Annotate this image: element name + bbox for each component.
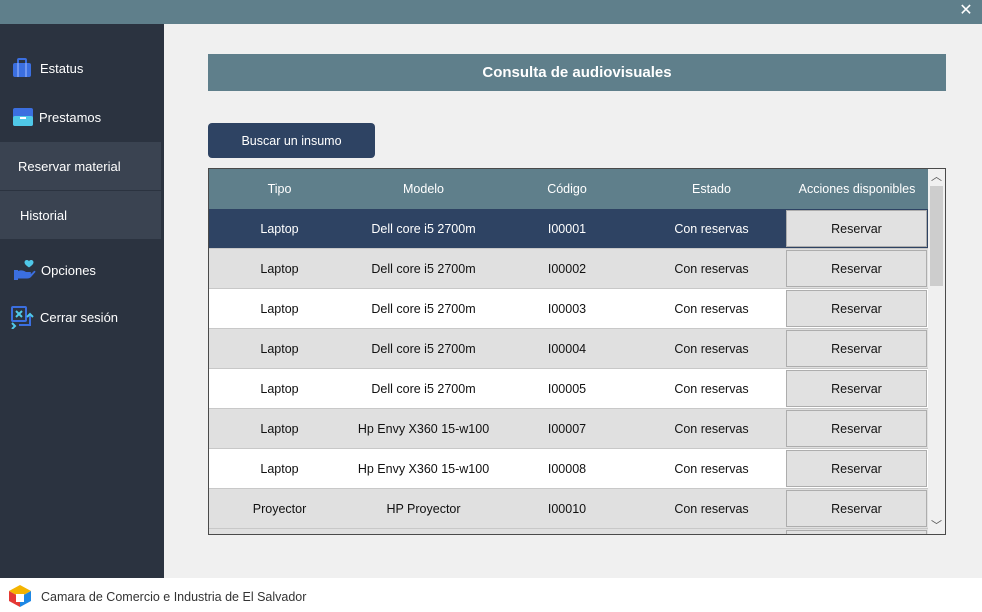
sidebar-item-label: Reservar material [18, 158, 121, 174]
sidebar-item-cerrar-sesion[interactable]: Cerrar sesión [0, 297, 164, 337]
cell-modelo: Dell core i5 2700m [371, 302, 476, 316]
footer: Camara de Comercio e Industria de El Sal… [0, 578, 982, 612]
chamber-logo-icon [8, 584, 32, 608]
sidebar: Estatus Prestamos Reservar material Hist… [0, 24, 164, 578]
cell-tipo: Laptop [260, 262, 299, 276]
table-scrollbar[interactable]: ︿ ﹀ [928, 169, 945, 534]
sidebar-item-opciones[interactable]: Opciones [0, 250, 164, 290]
cell-tipo: Laptop [260, 382, 299, 396]
search-item-button[interactable]: Buscar un insumo [208, 123, 375, 158]
close-icon[interactable]: ✕ [958, 2, 974, 20]
sidebar-item-reservar-material[interactable]: Reservar material [0, 142, 161, 190]
reservar-button[interactable]: Reservar [786, 490, 927, 527]
reservar-button[interactable]: Reservar [786, 330, 927, 367]
sidebar-item-label: Cerrar sesión [40, 309, 119, 325]
cell-codigo: I00005 [547, 382, 587, 396]
cell-tipo: Laptop [260, 342, 299, 356]
sidebar-item-historial[interactable]: Historial [0, 191, 161, 239]
cell-estado: Con reservas [674, 382, 749, 396]
cell-codigo: I00003 [547, 302, 587, 316]
cell-codigo: I00008 [547, 462, 587, 476]
sidebar-item-prestamos[interactable]: Prestamos [0, 97, 164, 137]
cell-codigo: I00010 [547, 502, 587, 516]
scroll-down-icon[interactable]: ﹀ [928, 518, 945, 534]
table-row[interactable]: Laptop Dell core i5 2700m I00002 Con res… [209, 249, 928, 289]
cell-modelo: Hp Envy X360 15-w100 [357, 462, 490, 476]
reservar-button[interactable]: Reservar [786, 250, 927, 287]
cell-codigo: I00004 [547, 342, 587, 356]
column-header-codigo: Código [547, 182, 587, 196]
logout-icon [10, 305, 34, 330]
sidebar-item-label: Estatus [40, 60, 84, 76]
sidebar-item-label: Prestamos [39, 109, 102, 125]
table-row-partial [209, 529, 928, 534]
table-row[interactable]: Proyector HP Proyector I00010 Con reserv… [209, 489, 928, 529]
footer-text: Camara de Comercio e Industria de El Sal… [41, 590, 307, 604]
cell-tipo: Laptop [260, 462, 299, 476]
cell-codigo: I00001 [547, 222, 587, 236]
table-header: Tipo Modelo Código Estado Acciones dispo… [209, 169, 928, 209]
page-title: Consulta de audiovisuales [208, 54, 946, 91]
cell-modelo: Dell core i5 2700m [371, 342, 476, 356]
title-bar: ✕ [0, 0, 982, 24]
cell-modelo: HP Proyector [386, 502, 461, 516]
main-content: Consulta de audiovisuales Buscar un insu… [164, 24, 982, 578]
reservar-button[interactable]: Reservar [786, 210, 927, 247]
cell-tipo: Proyector [252, 502, 307, 516]
cell-modelo: Dell core i5 2700m [371, 262, 476, 276]
cell-estado: Con reservas [674, 462, 749, 476]
reservar-button[interactable]: Reservar [786, 370, 927, 407]
cell-modelo: Hp Envy X360 15-w100 [357, 422, 490, 436]
audiovisual-table: Tipo Modelo Código Estado Acciones dispo… [208, 168, 946, 535]
cell-estado: Con reservas [674, 262, 749, 276]
cell-modelo: Dell core i5 2700m [371, 382, 476, 396]
column-header-estado: Estado [692, 182, 731, 196]
column-header-acciones: Acciones disponibles [798, 182, 916, 196]
table-row[interactable]: Laptop Dell core i5 2700m I00005 Con res… [209, 369, 928, 409]
sidebar-item-label: Opciones [41, 262, 96, 278]
hand-heart-icon [12, 258, 36, 282]
table-row[interactable]: Laptop Dell core i5 2700m I00003 Con res… [209, 289, 928, 329]
table-row[interactable]: Laptop Dell core i5 2700m I00001 Con res… [209, 209, 928, 249]
cell-estado: Con reservas [674, 302, 749, 316]
cell-tipo: Laptop [260, 422, 299, 436]
cell-tipo: Laptop [260, 302, 299, 316]
cell-tipo: Laptop [260, 222, 299, 236]
table-row[interactable]: Laptop Hp Envy X360 15-w100 I00007 Con r… [209, 409, 928, 449]
cell-estado: Con reservas [674, 502, 749, 516]
reservar-button[interactable]: Reservar [786, 410, 927, 447]
folder-icon [11, 105, 35, 129]
cell-codigo: I00002 [547, 262, 587, 276]
column-header-tipo: Tipo [267, 182, 292, 196]
table-row[interactable]: Laptop Hp Envy X360 15-w100 I00008 Con r… [209, 449, 928, 489]
cell-estado: Con reservas [674, 422, 749, 436]
reservar-button[interactable] [786, 530, 927, 534]
sidebar-item-estatus[interactable]: Estatus [0, 48, 164, 88]
reservar-button[interactable]: Reservar [786, 290, 927, 327]
cell-codigo: I00007 [547, 422, 587, 436]
scroll-up-icon[interactable]: ︿ [928, 169, 945, 185]
sidebar-item-label: Historial [20, 207, 67, 223]
cell-estado: Con reservas [674, 342, 749, 356]
cell-estado: Con reservas [674, 222, 749, 236]
table-row[interactable]: Laptop Dell core i5 2700m I00004 Con res… [209, 329, 928, 369]
briefcase-icon [10, 56, 34, 80]
scrollbar-thumb[interactable] [930, 186, 943, 286]
cell-modelo: Dell core i5 2700m [371, 222, 476, 236]
reservar-button[interactable]: Reservar [786, 450, 927, 487]
column-header-modelo: Modelo [403, 182, 444, 196]
